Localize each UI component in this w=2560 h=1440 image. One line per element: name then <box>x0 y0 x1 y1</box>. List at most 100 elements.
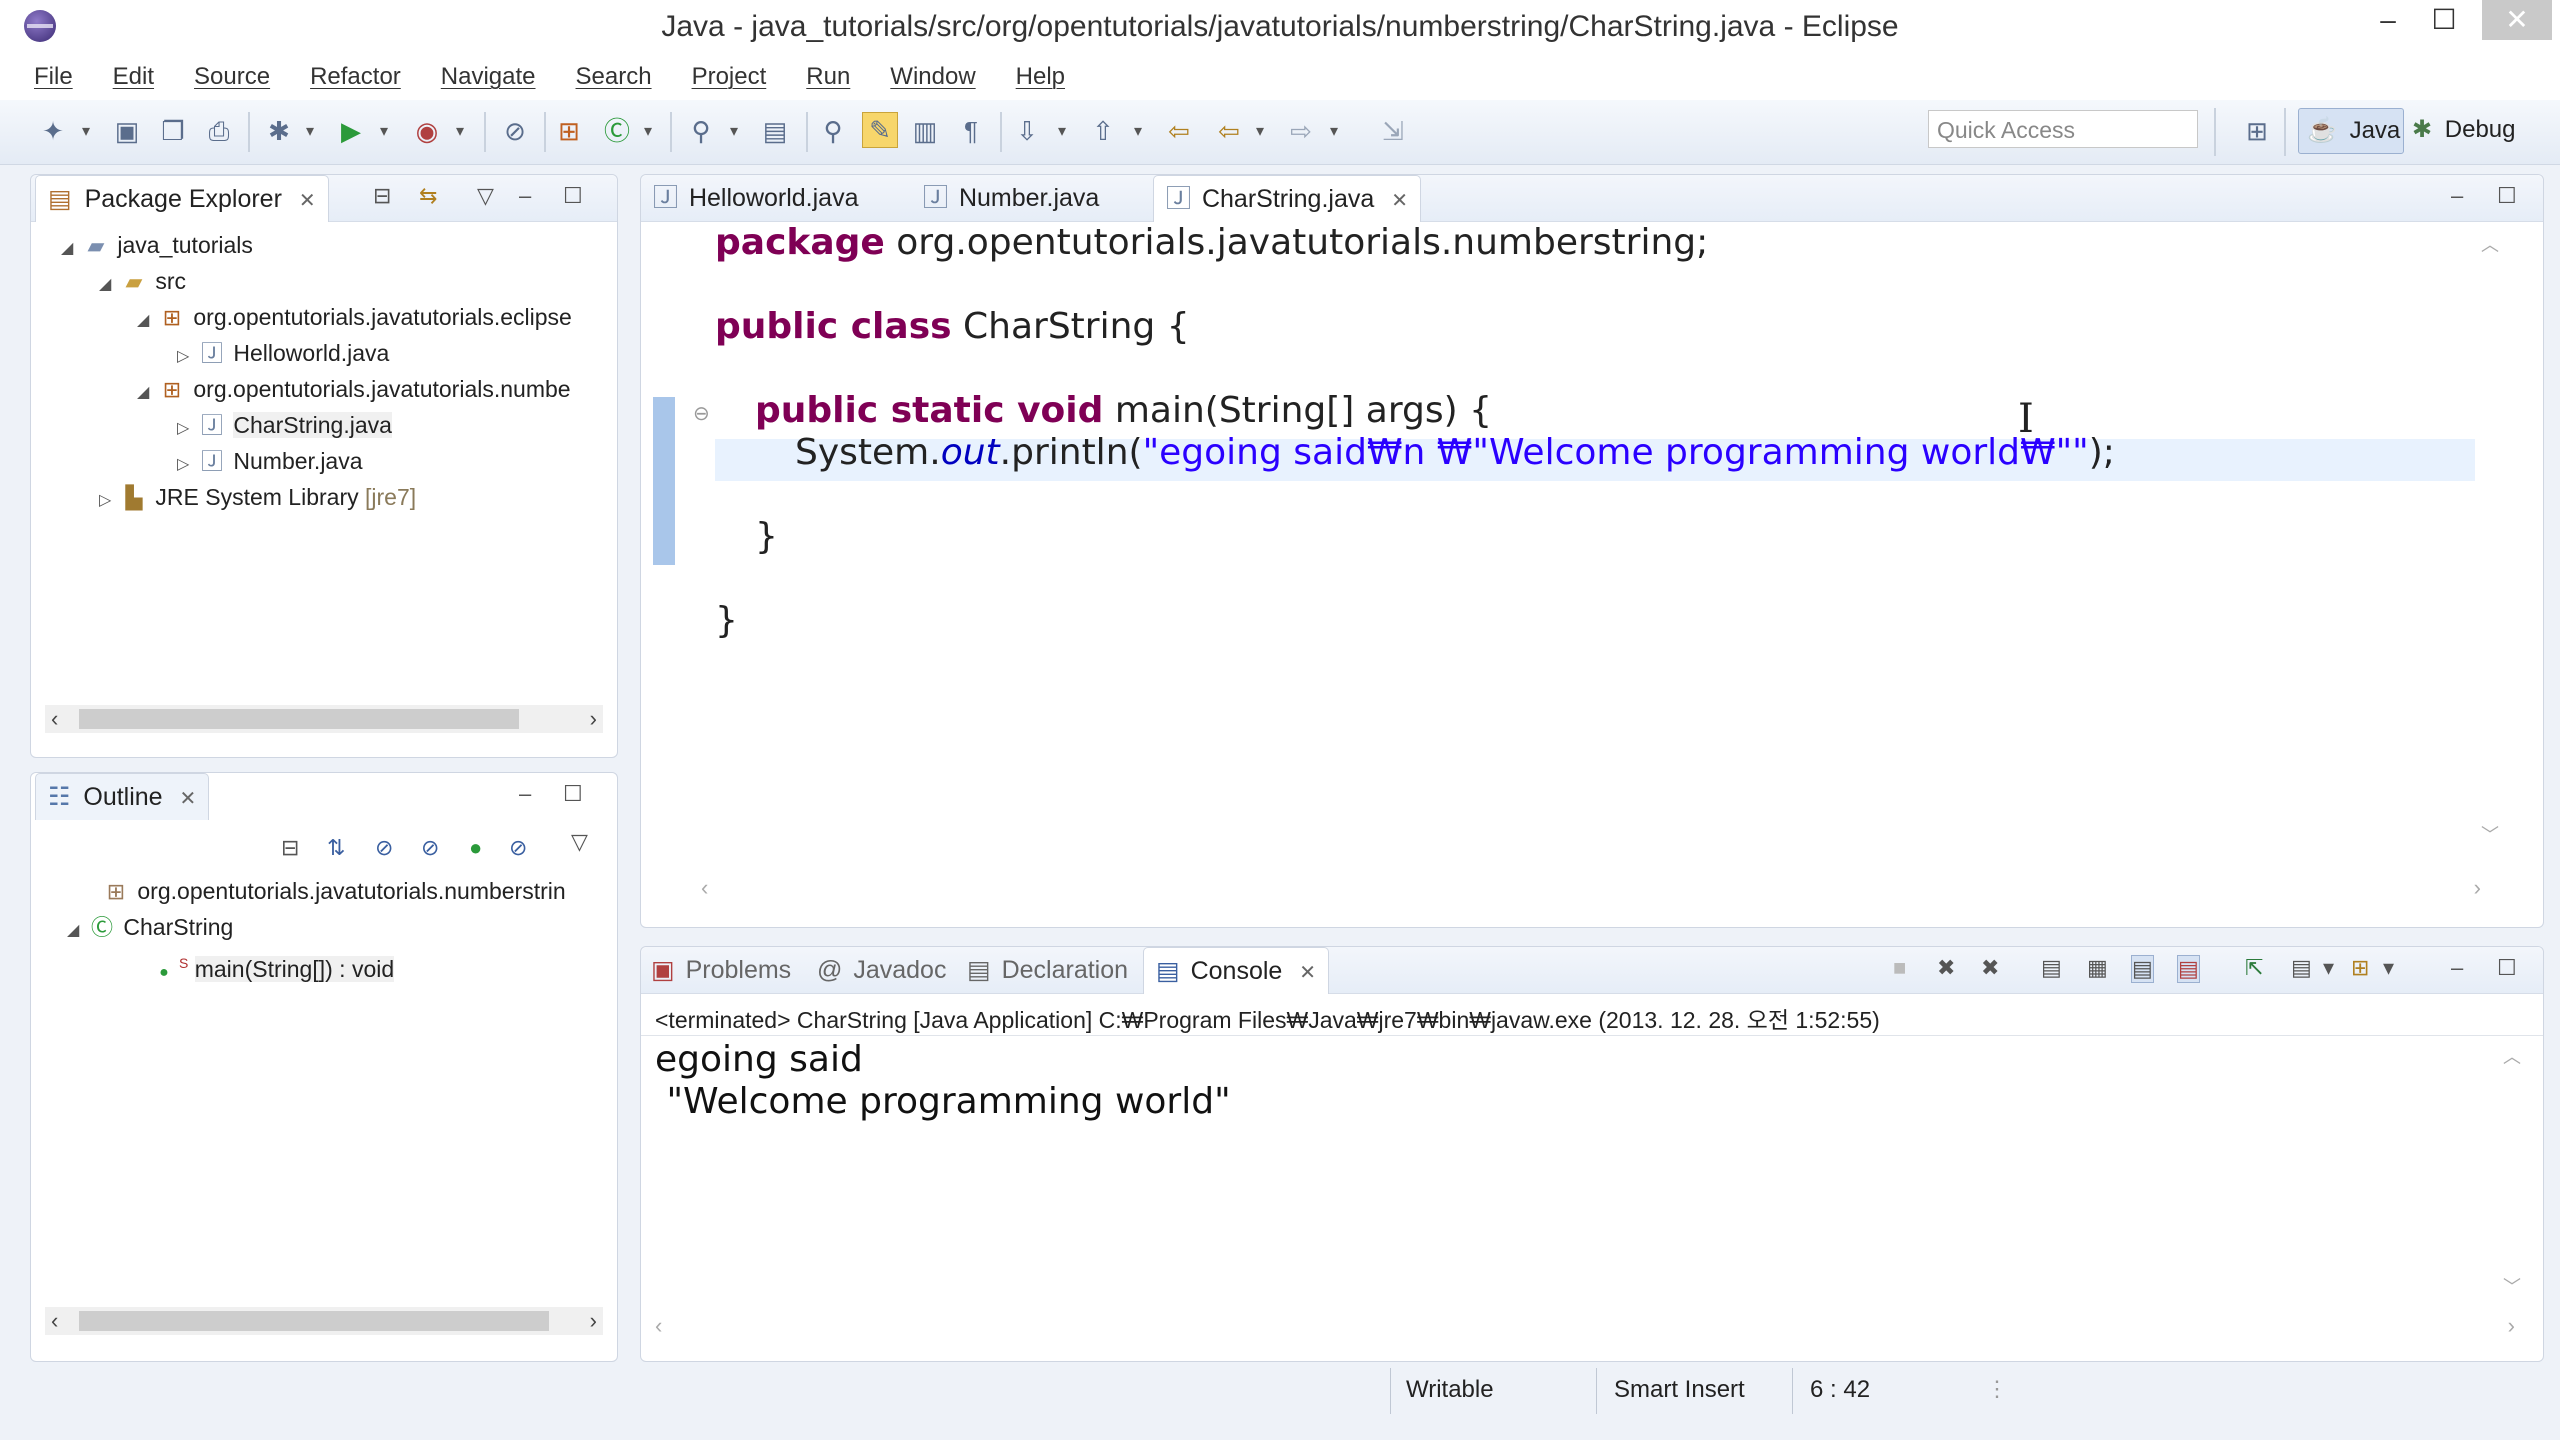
scrollbar-thumb[interactable] <box>79 709 519 729</box>
back-icon[interactable]: ⇦ <box>1212 114 1246 148</box>
back-dropdown-icon[interactable]: ▾ <box>1256 118 1270 146</box>
scroll-up-icon[interactable]: ︿ <box>2481 231 2499 257</box>
maximize-view-icon[interactable]: ☐ <box>2497 183 2517 209</box>
horizontal-scrollbar[interactable]: ‹ › <box>45 705 603 733</box>
coverage-icon[interactable]: ◉ <box>410 114 444 148</box>
show-on-stderr-icon[interactable]: ▤ <box>2177 955 2200 983</box>
menu-edit[interactable]: Edit <box>113 63 154 91</box>
minimize-view-icon[interactable]: – <box>2451 183 2463 209</box>
scroll-up-icon[interactable]: ︿ <box>2503 1043 2521 1069</box>
search-icon[interactable]: ⚲ <box>816 114 850 148</box>
close-button[interactable]: ✕ <box>2482 0 2552 40</box>
expanded-arrow-icon[interactable]: ◢ <box>67 913 87 949</box>
scroll-left-icon[interactable]: ‹ <box>51 1307 58 1335</box>
expanded-arrow-icon[interactable]: ◢ <box>137 303 157 339</box>
show-on-stdout-icon[interactable]: ▤ <box>2131 955 2154 983</box>
java-perspective-button[interactable]: ☕ Java <box>2298 108 2404 154</box>
maximize-view-icon[interactable]: ☐ <box>563 781 583 807</box>
menu-navigate[interactable]: Navigate <box>441 63 536 91</box>
maximize-button[interactable]: ☐ <box>2414 0 2474 40</box>
new-icon[interactable]: ✦ <box>36 114 70 148</box>
outline-item-class[interactable]: ◢ Ⓒ CharString <box>67 909 233 945</box>
tree-item-project[interactable]: ◢ ▰ java_tutorials <box>61 227 253 263</box>
remove-launch-icon[interactable]: ✖ <box>1937 955 1955 981</box>
scroll-right-icon[interactable]: › <box>590 1307 597 1335</box>
vertical-scrollbar[interactable]: ︿ ﹀ <box>2477 227 2501 847</box>
scroll-left-icon[interactable]: ‹ <box>701 875 708 901</box>
outline-item-method[interactable]: ● S main(String[]) : void <box>149 945 395 982</box>
view-menu-icon[interactable]: ▽ <box>477 183 494 209</box>
link-with-editor-icon[interactable]: ⇆ <box>419 183 437 209</box>
previous-annotation-icon[interactable]: ⇧ <box>1086 114 1120 148</box>
tree-item-package-numberstring[interactable]: ◢ ⊞ org.opentutorials.javatutorials.numbe <box>137 371 571 407</box>
pin-editor-icon[interactable]: ⇲ <box>1376 114 1410 148</box>
tree-item-charstring[interactable]: ▷ 🄹 CharString.java <box>177 407 392 443</box>
new-package-icon[interactable]: ⊞ <box>552 114 586 148</box>
tree-item-package-eclipse[interactable]: ◢ ⊞ org.opentutorials.javatutorials.eclip… <box>137 299 572 335</box>
sort-icon[interactable]: ⇅ <box>327 835 345 861</box>
maximize-view-icon[interactable]: ☐ <box>563 183 583 209</box>
hide-non-public-icon[interactable]: ● <box>469 835 482 861</box>
open-type-icon[interactable]: ⚲ <box>684 114 718 148</box>
menu-project[interactable]: Project <box>692 63 767 91</box>
close-tab-icon[interactable]: ✕ <box>1299 962 1316 984</box>
tab-outline[interactable]: ☷ Outline ✕ <box>35 773 210 820</box>
tab-problems[interactable]: ▣ Problems <box>651 947 791 993</box>
new-dropdown-icon[interactable]: ▾ <box>82 118 96 146</box>
minimize-button[interactable]: – <box>2358 0 2418 40</box>
run-dropdown-icon[interactable]: ▾ <box>380 118 394 146</box>
clear-console-icon[interactable]: ▤ <box>2041 955 2062 981</box>
maximize-view-icon[interactable]: ☐ <box>2497 955 2517 981</box>
skip-breakpoints-icon[interactable]: ⊘ <box>498 114 532 148</box>
tab-charstring-java[interactable]: 🄹 CharString.java ✕ <box>1153 175 1421 222</box>
scrollbar-thumb[interactable] <box>79 1311 549 1331</box>
minimize-view-icon[interactable]: – <box>519 781 531 807</box>
collapsed-arrow-icon[interactable]: ▷ <box>177 447 197 483</box>
forward-icon[interactable]: ⇨ <box>1284 114 1318 148</box>
run-icon[interactable]: ▶ <box>334 114 368 148</box>
quick-access-input[interactable]: Quick Access <box>1928 110 2198 148</box>
collapse-all-icon[interactable]: ⊟ <box>281 835 299 861</box>
expanded-arrow-icon[interactable]: ◢ <box>99 267 119 303</box>
console-output[interactable]: egoing said "Welcome programming world" <box>655 1039 1231 1123</box>
minimize-view-icon[interactable]: – <box>519 183 531 209</box>
menu-run[interactable]: Run <box>806 63 850 91</box>
horizontal-scrollbar[interactable]: ‹ › <box>701 875 2481 901</box>
print-icon[interactable]: ⎙ <box>202 114 236 148</box>
tab-console[interactable]: ▤ Console ✕ <box>1143 947 1330 994</box>
tree-item-src[interactable]: ◢ ▰ src <box>99 263 186 299</box>
menu-window[interactable]: Window <box>890 63 975 91</box>
display-console-dropdown-icon[interactable]: ▾ <box>2323 955 2334 981</box>
menu-help[interactable]: Help <box>1016 63 1065 91</box>
debug-perspective-button[interactable]: ✱ Debug <box>2412 108 2542 152</box>
debug-icon[interactable]: ✱ <box>262 114 296 148</box>
hide-local-types-icon[interactable]: ⊘ <box>509 835 527 861</box>
block-selection-icon[interactable]: ▥ <box>908 114 942 148</box>
menu-search[interactable]: Search <box>576 63 652 91</box>
close-tab-icon[interactable]: ✕ <box>1391 190 1408 212</box>
terminate-icon[interactable]: ■ <box>1893 955 1906 981</box>
close-tab-icon[interactable]: ✕ <box>299 190 316 212</box>
tree-item-jre-library[interactable]: ▷ ▙ JRE System Library [jre7] <box>99 479 416 515</box>
open-folder-icon[interactable]: ▤ <box>758 114 792 148</box>
scroll-right-icon[interactable]: › <box>2508 1313 2515 1339</box>
menu-file[interactable]: File <box>34 63 73 91</box>
last-edit-location-icon[interactable]: ⇦ <box>1162 114 1196 148</box>
save-all-icon[interactable]: ❐ <box>156 114 190 148</box>
toggle-mark-occurrences-icon[interactable]: ✎ <box>862 112 898 148</box>
collapse-all-icon[interactable]: ⊟ <box>373 183 391 209</box>
collapsed-arrow-icon[interactable]: ▷ <box>99 483 119 519</box>
open-console-icon[interactable]: ⊞ <box>2351 955 2369 981</box>
scroll-down-icon[interactable]: ﹀ <box>2503 1273 2521 1299</box>
hide-static-icon[interactable]: ⊘ <box>421 835 439 861</box>
tab-javadoc[interactable]: @ Javadoc <box>817 947 946 993</box>
new-class-icon[interactable]: Ⓒ <box>600 114 634 148</box>
scroll-right-icon[interactable]: › <box>590 705 597 733</box>
next-annotation-dropdown-icon[interactable]: ▾ <box>1058 118 1072 146</box>
view-menu-icon[interactable]: ▽ <box>571 829 588 855</box>
scroll-down-icon[interactable]: ﹀ <box>2481 821 2499 847</box>
minimize-view-icon[interactable]: – <box>2451 955 2463 981</box>
scroll-lock-icon[interactable]: ▦ <box>2087 955 2108 981</box>
hide-fields-icon[interactable]: ⊘ <box>375 835 393 861</box>
previous-annotation-dropdown-icon[interactable]: ▾ <box>1134 118 1148 146</box>
